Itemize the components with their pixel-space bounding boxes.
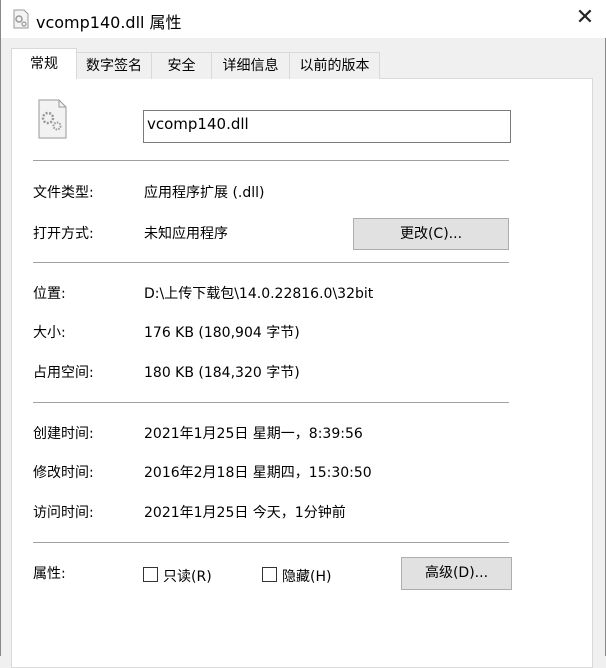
dll-file-icon [13, 9, 29, 29]
tab-previous-versions[interactable]: 以前的版本 [289, 52, 380, 79]
close-button[interactable]: ✕ [573, 4, 597, 32]
size-on-disk-value: 180 KB (184,320 字节) [144, 365, 300, 381]
hidden-label[interactable]: 隐藏(H) [282, 566, 331, 586]
size-label: 大小: [33, 325, 66, 341]
file-type-value: 应用程序扩展 (.dll) [144, 185, 265, 201]
tab-security[interactable]: 安全 [151, 52, 212, 79]
size-value: 176 KB (180,904 字节) [144, 325, 300, 341]
size-on-disk-label: 占用空间: [33, 365, 94, 381]
location-value: D:\上传下载包\14.0.22816.0\32bit [144, 286, 374, 302]
window-title: vcomp140.dll 属性 [36, 13, 182, 32]
created-value: 2021年1月25日 星期一，8:39:56 [144, 426, 363, 442]
separator [33, 160, 509, 161]
readonly-label[interactable]: 只读(R) [163, 566, 212, 586]
file-gear-icon [38, 99, 67, 139]
accessed-value: 2021年1月25日 今天，1分钟前 [144, 505, 346, 521]
advanced-button[interactable]: 高级(D)... [401, 557, 512, 590]
hidden-checkbox[interactable] [262, 567, 277, 582]
created-label: 创建时间: [33, 426, 94, 442]
tab-digital-signatures[interactable]: 数字签名 [76, 52, 152, 79]
tab-general[interactable]: 常规 [11, 48, 77, 79]
readonly-checkbox[interactable] [143, 567, 158, 582]
separator [33, 542, 509, 543]
change-button[interactable]: 更改(C)... [353, 218, 509, 250]
separator [33, 262, 509, 263]
file-name-input[interactable]: vcomp140.dll [143, 110, 511, 143]
accessed-label: 访问时间: [33, 505, 94, 521]
modified-value: 2016年2月18日 星期四，15:30:50 [144, 465, 372, 481]
tab-details[interactable]: 详细信息 [211, 52, 290, 79]
attributes-label: 属性: [33, 566, 66, 582]
opens-with-value: 未知应用程序 [144, 226, 228, 242]
separator [33, 402, 509, 403]
file-type-label: 文件类型: [33, 185, 94, 201]
location-label: 位置: [33, 286, 66, 302]
modified-label: 修改时间: [33, 465, 94, 481]
opens-with-label: 打开方式: [33, 226, 94, 242]
